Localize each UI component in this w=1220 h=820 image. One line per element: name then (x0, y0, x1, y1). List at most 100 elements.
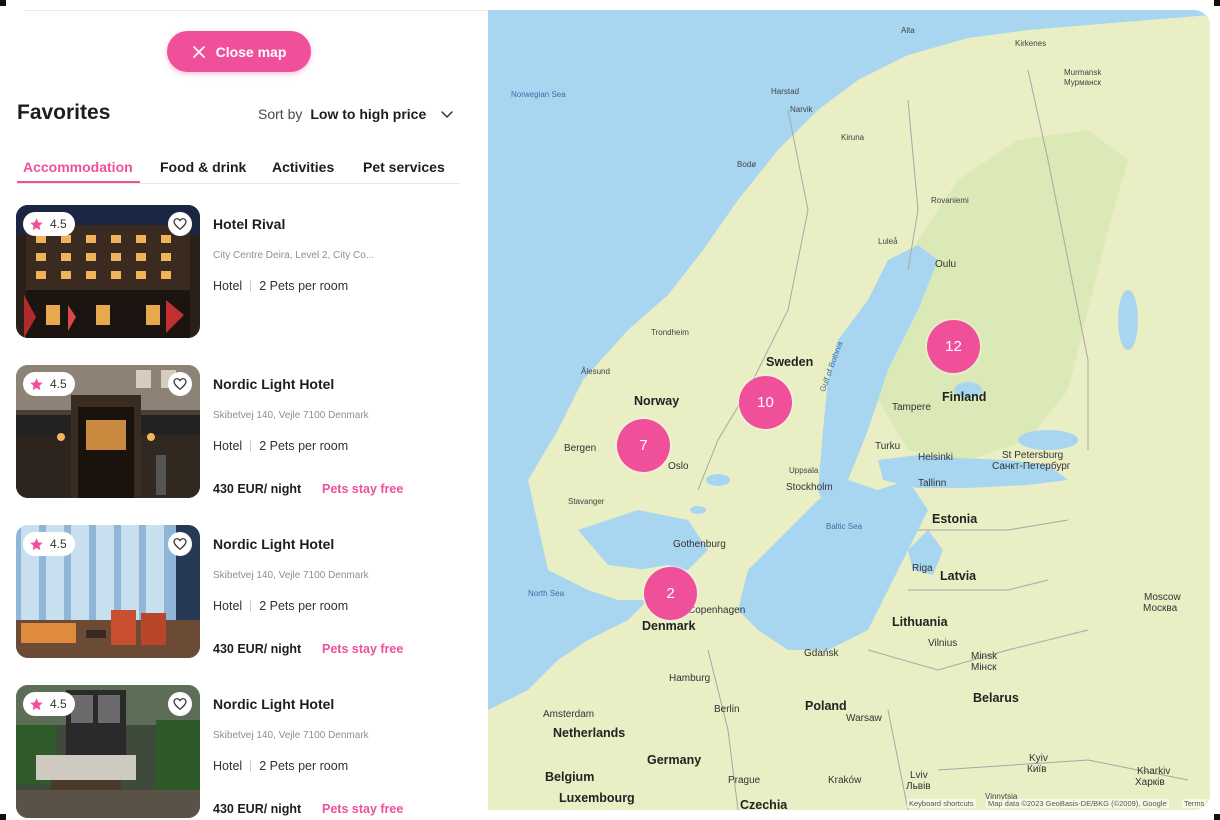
rating-badge: 4.5 (23, 692, 75, 716)
city-label: Stavanger (568, 497, 605, 506)
heart-icon (173, 698, 187, 711)
hotel-name[interactable]: Nordic Light Hotel (213, 696, 334, 712)
city-label: Rovaniemi (931, 196, 969, 205)
favorite-heart-button[interactable] (168, 372, 192, 396)
pets-promo-badge: Pets stay free (322, 642, 404, 656)
country-label: Estonia (932, 512, 978, 526)
city-label: Vilnius (928, 638, 958, 649)
city-label: Luleå (878, 237, 898, 246)
city-label: Gdańsk (804, 648, 839, 659)
favorites-panel: Close map Favorites Sort by Low to high … (0, 0, 488, 820)
map-view[interactable]: Norwegian Sea Gulf of Bothnia Baltic Sea… (488, 10, 1210, 810)
favorite-card[interactable]: 4.5 Nordic Light Hotel Skibetvej 140, Ve… (16, 365, 466, 498)
city-label: Харків (1135, 777, 1165, 788)
frame-corner (1214, 814, 1220, 820)
frame-corner (1214, 0, 1220, 6)
city-label: Gothenburg (673, 539, 726, 550)
favorite-heart-button[interactable] (168, 532, 192, 556)
favorite-card[interactable]: 4.5 Hotel Rival City Centre Deira, Level… (16, 205, 466, 338)
meta-divider (250, 760, 252, 772)
city-label: Stockholm (786, 482, 833, 493)
city-label: Uppsala (789, 466, 819, 475)
city-label: Murmansk (1064, 68, 1102, 77)
city-label: Київ (1027, 764, 1047, 775)
hotel-address: Skibetvej 140, Vejle 7100 Denmark (213, 730, 369, 741)
country-label: Poland (805, 699, 847, 713)
country-label: Netherlands (553, 726, 626, 740)
sort-dropdown[interactable]: Sort by Low to high price (258, 106, 454, 122)
map-cluster-marker[interactable]: 2 (644, 567, 697, 620)
city-label: Berlin (714, 704, 740, 715)
map-cluster-marker[interactable]: 7 (617, 419, 670, 472)
close-map-label: Close map (215, 43, 287, 60)
rating-value: 4.5 (50, 377, 67, 391)
favorite-card[interactable]: 4.5 Nordic Light Hotel Skibetvej 140, Ve… (16, 685, 466, 818)
rating-badge: 4.5 (23, 532, 75, 556)
sea-label: North Sea (528, 589, 565, 598)
star-icon (30, 537, 43, 550)
meta-divider (250, 600, 252, 612)
tab-accommodation[interactable]: Accommodation (23, 159, 133, 175)
pets-policy: 2 Pets per room (259, 279, 349, 293)
hotel-name[interactable]: Nordic Light Hotel (213, 536, 334, 552)
sort-value: Low to high price (310, 106, 427, 122)
city-label: Санкт-Петербург (992, 461, 1071, 472)
hotel-address: Skibetvej 140, Vejle 7100 Denmark (213, 410, 369, 421)
pets-promo-badge: Pets stay free (322, 482, 404, 496)
map-cluster-marker[interactable]: 10 (739, 376, 792, 429)
city-label: Oulu (935, 259, 957, 270)
active-tab-indicator (17, 181, 140, 183)
city-label: Minsk (971, 651, 998, 662)
country-label: Sweden (766, 355, 814, 369)
favorite-heart-button[interactable] (168, 212, 192, 236)
keyboard-shortcuts-link[interactable]: Keyboard shortcuts (907, 799, 976, 808)
terms-link[interactable]: Terms (1182, 799, 1207, 808)
city-label: Warsaw (846, 713, 882, 724)
hotel-meta: Hotel 2 Pets per room (213, 599, 348, 613)
city-label: Ålesund (581, 367, 610, 376)
star-icon (30, 217, 43, 230)
city-label: Мурманск (1064, 78, 1101, 87)
hotel-type: Hotel (213, 599, 243, 613)
country-label: Latvia (940, 569, 977, 583)
tab-activities[interactable]: Activities (272, 159, 334, 175)
map-cluster-marker[interactable]: 12 (927, 320, 980, 373)
favorite-heart-button[interactable] (168, 692, 192, 716)
rating-value: 4.5 (50, 537, 67, 551)
meta-divider (250, 440, 252, 452)
pets-policy: 2 Pets per room (259, 599, 349, 613)
hotel-address: Skibetvej 140, Vejle 7100 Denmark (213, 570, 369, 581)
city-label: Narvik (790, 105, 813, 114)
close-map-button[interactable]: Close map (167, 31, 311, 72)
app-frame: Close map Favorites Sort by Low to high … (0, 0, 1220, 820)
city-label: Tallinn (918, 478, 947, 489)
tab-pet-services[interactable]: Pet services (363, 159, 445, 175)
city-label: Amsterdam (543, 709, 595, 720)
city-label: Kirkenes (1015, 39, 1047, 48)
city-label: Prague (728, 775, 761, 786)
pets-policy: 2 Pets per room (259, 439, 349, 453)
city-label: Copenhagen (688, 605, 746, 616)
city-label: Kyiv (1029, 753, 1048, 764)
sort-label: Sort by (258, 106, 303, 122)
city-label: Harstad (771, 87, 800, 96)
city-label: Kiruna (841, 133, 865, 142)
hotel-price: 430 EUR/ night (213, 642, 302, 656)
country-label: Norway (634, 394, 680, 408)
city-label: Riga (912, 563, 933, 574)
city-label: Tampere (892, 402, 931, 413)
city-label: Москва (1143, 603, 1178, 614)
hotel-name[interactable]: Nordic Light Hotel (213, 376, 334, 392)
city-label: Bergen (564, 443, 597, 454)
hotel-type: Hotel (213, 279, 243, 293)
rating-badge: 4.5 (23, 212, 75, 236)
city-label: Oslo (668, 461, 689, 472)
city-label: Helsinki (918, 452, 954, 463)
hotel-type: Hotel (213, 759, 243, 773)
tab-food-drink[interactable]: Food & drink (160, 159, 246, 175)
hotel-name[interactable]: Hotel Rival (213, 216, 285, 232)
page-title: Favorites (17, 101, 111, 124)
city-label: Turku (875, 441, 901, 452)
country-label: Czechia (740, 798, 788, 810)
favorite-card[interactable]: 4.5 Nordic Light Hotel Skibetvej 140, Ve… (16, 525, 466, 658)
